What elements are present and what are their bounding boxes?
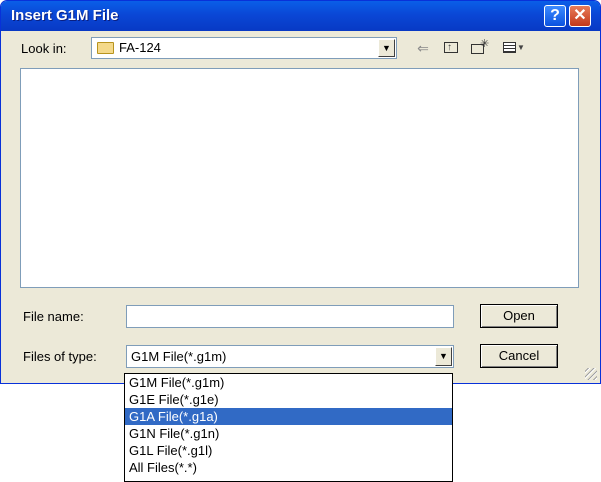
files-of-type-combobox[interactable]: G1M File(*.g1m) ▼ bbox=[126, 345, 454, 368]
files-of-type-value: G1M File(*.g1m) bbox=[131, 349, 227, 364]
open-button[interactable]: Open bbox=[480, 304, 558, 328]
dropdown-option[interactable]: G1L File(*.g1l) bbox=[125, 442, 452, 459]
up-folder-icon[interactable]: ↑ bbox=[441, 39, 461, 57]
dropdown-option-selected[interactable]: G1A File(*.g1a) bbox=[125, 408, 452, 425]
view-menu-icon[interactable]: ▼ bbox=[501, 39, 525, 57]
files-of-type-dropdown-button[interactable]: ▼ bbox=[435, 347, 452, 366]
look-in-combobox[interactable]: FA-124 ▼ bbox=[91, 37, 397, 59]
dropdown-option[interactable]: G1N File(*.g1n) bbox=[125, 425, 452, 442]
back-arrow-icon[interactable]: ⇐ bbox=[413, 39, 433, 57]
look-in-value: FA-124 bbox=[119, 40, 161, 55]
close-button[interactable]: ✕ bbox=[569, 5, 591, 27]
insert-file-dialog: Insert G1M File ? ✕ Look in: FA-124 ▼ ⇐ … bbox=[0, 0, 601, 384]
file-name-label: File name: bbox=[23, 309, 84, 324]
dialog-title: Insert G1M File bbox=[11, 7, 119, 24]
dropdown-option[interactable]: All Files(*.*) bbox=[125, 459, 452, 476]
look-in-label: Look in: bbox=[21, 41, 67, 56]
dropdown-option[interactable]: G1M File(*.g1m) bbox=[125, 374, 452, 391]
file-name-input[interactable] bbox=[126, 305, 454, 328]
new-folder-icon[interactable]: ✳ bbox=[469, 38, 489, 57]
file-type-dropdown-list: G1M File(*.g1m) G1E File(*.g1e) G1A File… bbox=[124, 373, 453, 482]
dropdown-option[interactable]: G1E File(*.g1e) bbox=[125, 391, 452, 408]
resize-grip[interactable] bbox=[585, 368, 597, 380]
look-in-dropdown-button[interactable]: ▼ bbox=[378, 39, 395, 57]
cancel-button[interactable]: Cancel bbox=[480, 344, 558, 368]
folder-icon bbox=[97, 42, 114, 54]
help-button[interactable]: ? bbox=[544, 5, 566, 27]
title-bar[interactable]: Insert G1M File ? ✕ bbox=[1, 1, 600, 31]
files-of-type-label: Files of type: bbox=[23, 349, 97, 364]
file-list[interactable] bbox=[20, 68, 579, 288]
